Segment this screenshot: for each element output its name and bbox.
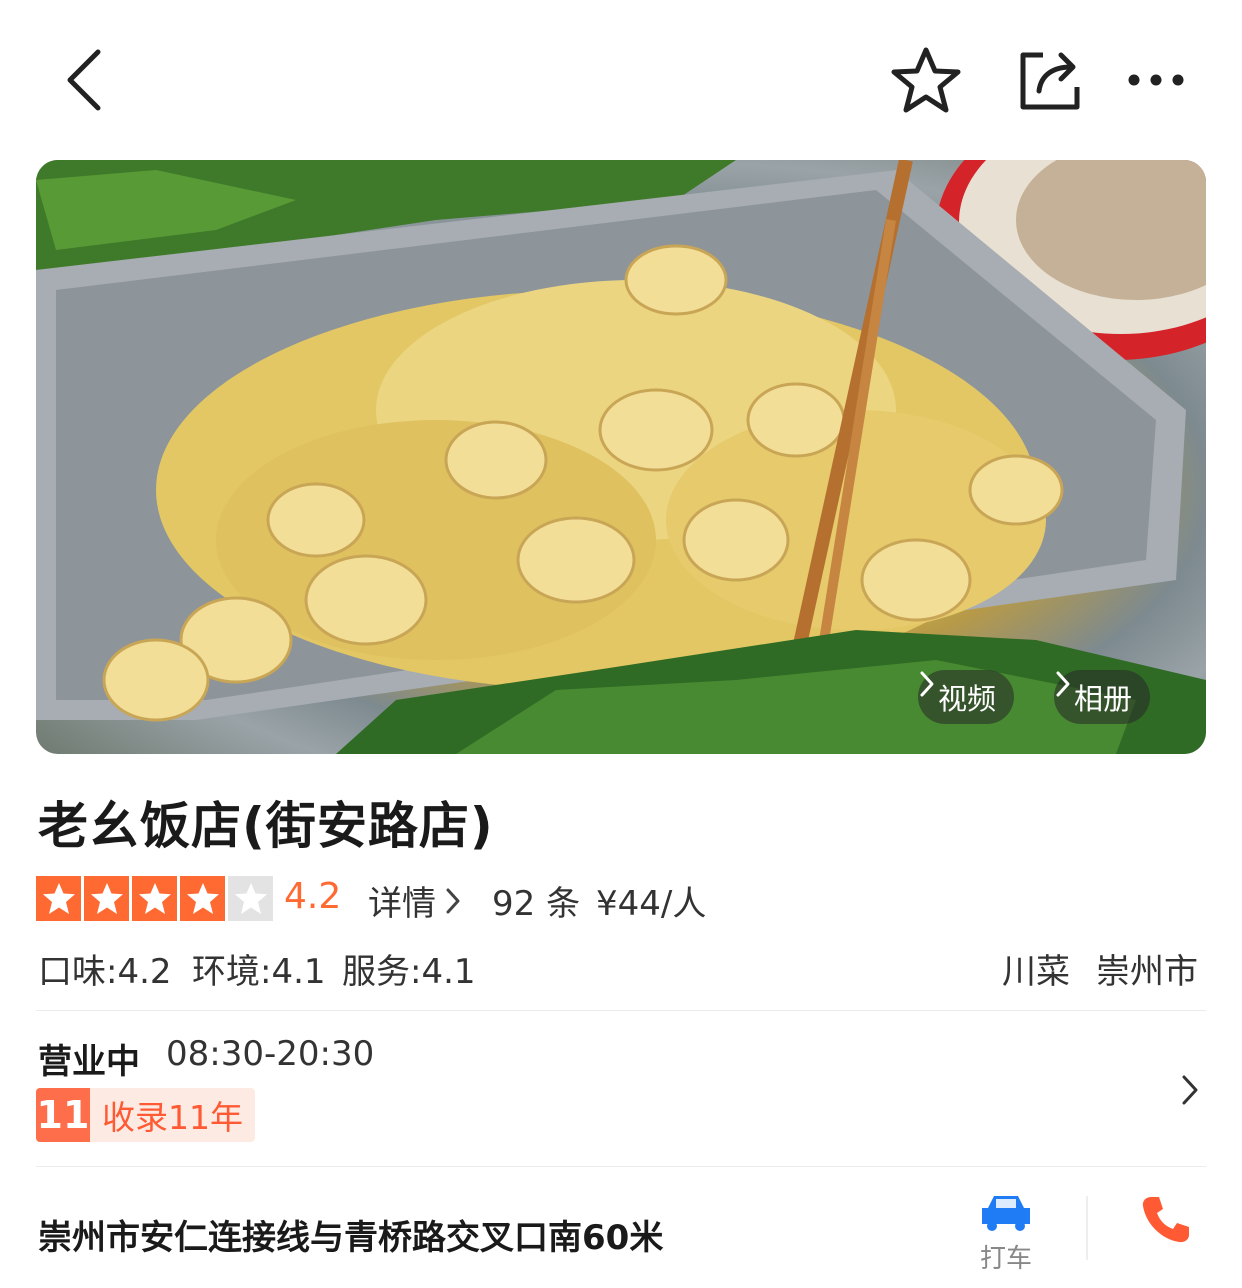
taste-score: 口味:4.2 — [38, 952, 172, 992]
details-link[interactable]: 详情 — [368, 876, 462, 925]
hero-photo[interactable]: 视频 相册 — [36, 160, 1206, 754]
taxi-label: 打车 — [979, 1244, 1032, 1274]
video-label: 视频 — [938, 682, 997, 716]
badge-number: 11 — [36, 1088, 90, 1142]
listed-years-badge: 11 收录11年 — [36, 1088, 255, 1142]
address-text[interactable]: 崇州市安仁连接线与青桥路交叉口南60米 — [38, 1210, 663, 1259]
rating-score: 4.2 — [284, 876, 342, 917]
more-button[interactable] — [1120, 56, 1192, 104]
share-button[interactable] — [1010, 44, 1086, 116]
favorite-button[interactable] — [888, 44, 964, 116]
chevron-right-icon — [920, 671, 934, 697]
call-button[interactable] — [1130, 1184, 1200, 1254]
album-button[interactable]: 相册 — [1054, 670, 1151, 724]
environment-score: 环境:4.1 — [192, 952, 326, 992]
phone-icon — [1142, 1197, 1189, 1243]
open-status: 营业中 — [38, 1042, 140, 1082]
chevron-left-icon — [67, 49, 101, 111]
back-button[interactable] — [52, 44, 116, 116]
badge-text: 收录11年 — [102, 1098, 243, 1137]
share-icon — [1020, 52, 1080, 110]
food-photo-illustration — [36, 160, 1206, 754]
more-dots-icon — [1128, 74, 1184, 86]
star-icon — [180, 876, 225, 921]
hours-detail-button[interactable] — [1170, 1068, 1210, 1112]
star-icon — [84, 876, 129, 921]
star-icon — [132, 876, 177, 921]
star-outline-icon — [891, 47, 961, 113]
taxi-button[interactable]: 打车 — [966, 1190, 1046, 1286]
album-label: 相册 — [1074, 682, 1133, 716]
avg-price: ¥44/人 — [596, 884, 707, 924]
open-hours: 08:30-20:30 — [166, 1034, 375, 1074]
review-count[interactable]: 92 条 — [492, 876, 580, 925]
chevron-right-icon — [1056, 671, 1070, 697]
chevron-right-icon — [1182, 1075, 1198, 1105]
star-rating — [36, 876, 273, 921]
divider — [1086, 1196, 1088, 1260]
divider — [36, 1010, 1206, 1011]
car-icon — [982, 1196, 1030, 1231]
star-icon — [36, 876, 81, 921]
restaurant-name: 老幺饭店(街安路店) — [38, 797, 494, 855]
city-tag: 崇州市 — [1096, 952, 1198, 992]
details-label: 详情 — [368, 884, 436, 924]
star-icon — [228, 876, 273, 921]
cuisine-tag: 川菜 — [1002, 952, 1070, 992]
service-score: 服务:4.1 — [342, 952, 476, 992]
chevron-right-icon — [446, 888, 460, 913]
video-button[interactable]: 视频 — [918, 670, 1015, 724]
divider — [36, 1166, 1206, 1167]
